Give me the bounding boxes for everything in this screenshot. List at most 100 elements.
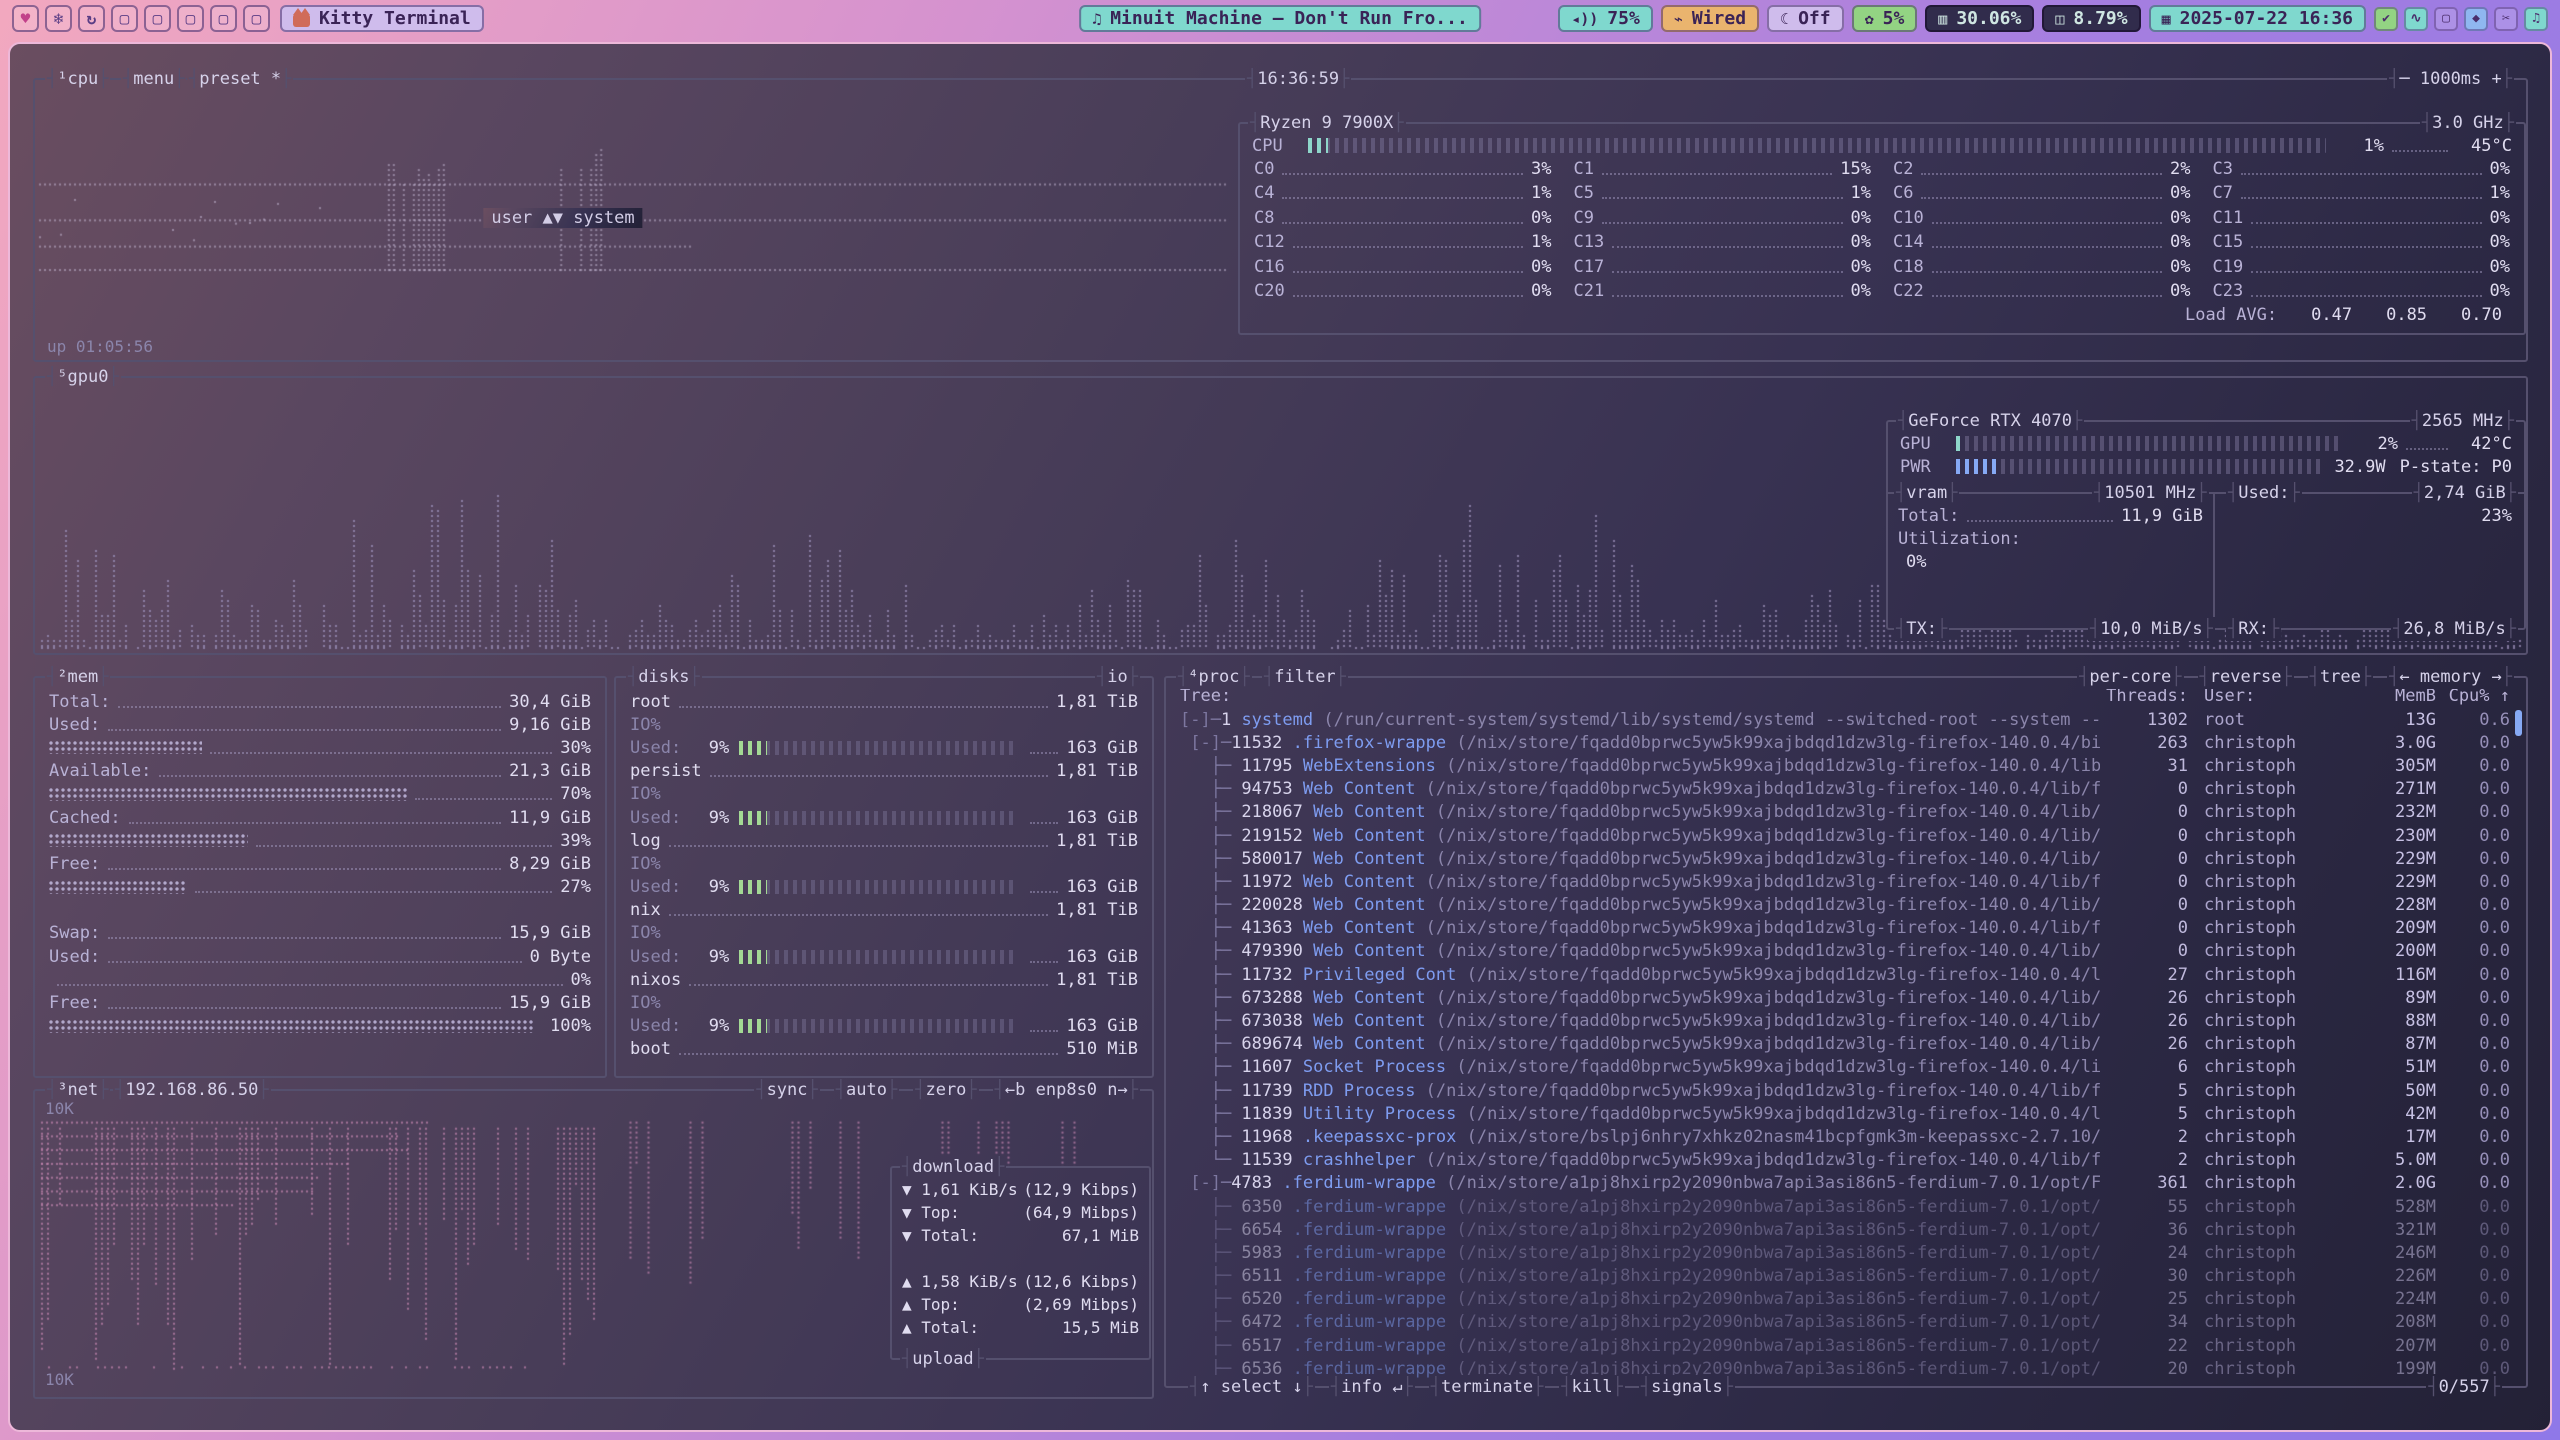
process-row[interactable]: └─ 11539 crashhelper (/nix/store/fqadd0b…: [1166, 1149, 2526, 1172]
per-core-toggle[interactable]: per-core: [2077, 665, 2183, 689]
workspace-button[interactable]: ♥: [12, 5, 39, 32]
process-row[interactable]: ├─ 479390 Web Content (/nix/store/fqadd0…: [1166, 940, 2526, 963]
process-row[interactable]: ├─ 6520 .ferdium-wrappe (/nix/store/a1pj…: [1166, 1288, 2526, 1311]
clock-chip[interactable]: ▦ 2025-07-22 16:36: [2149, 5, 2366, 32]
process-row[interactable]: ├─ 5983 .ferdium-wrappe (/nix/store/a1pj…: [1166, 1241, 2526, 1264]
reverse-toggle[interactable]: reverse: [2198, 665, 2294, 689]
workspace-button[interactable]: ▢: [177, 5, 204, 32]
tray-icon[interactable]: ▢: [2434, 7, 2458, 31]
process-panel-title[interactable]: ⁴proc: [1176, 665, 1252, 689]
memory-row: 100%: [35, 1015, 605, 1038]
tree-toggle[interactable]: tree: [2308, 665, 2373, 689]
sync-toggle[interactable]: sync: [754, 1078, 819, 1102]
process-row[interactable]: ├─ 6511 .ferdium-wrappe (/nix/store/a1pj…: [1166, 1265, 2526, 1288]
scrollbar-thumb[interactable]: [2515, 710, 2522, 736]
leader: [1282, 173, 1523, 175]
workspace-switcher: ♥❄↻▢▢▢▢▢: [12, 5, 270, 32]
used-percent: 9%: [689, 738, 729, 758]
process-row[interactable]: ├─ 11607 Socket Process (/nix/store/fqad…: [1166, 1056, 2526, 1079]
tray-icon[interactable]: ✔: [2374, 7, 2398, 31]
network-panel-title[interactable]: ³net: [45, 1078, 110, 1102]
tray-icon[interactable]: ♫: [2524, 7, 2548, 31]
process-row[interactable]: ├─ 6654 .ferdium-wrappe (/nix/store/a1pj…: [1166, 1218, 2526, 1241]
memory-stats-list: Total:30,4 GiBUsed:9,16 GiB30%Available:…: [35, 678, 605, 1038]
signals-control[interactable]: signals: [1639, 1375, 1735, 1399]
process-row[interactable]: ├─ 6472 .ferdium-wrappe (/nix/store/a1pj…: [1166, 1311, 2526, 1334]
process-row[interactable]: ├─ 6350 .ferdium-wrappe (/nix/store/a1pj…: [1166, 1195, 2526, 1218]
process-name: .ferdium-wrappe: [1282, 1312, 1446, 1332]
process-row[interactable]: ├─ 218067 Web Content (/nix/store/fqadd0…: [1166, 801, 2526, 824]
leader: [1921, 173, 2162, 175]
memory-chip[interactable]: ▥ 30.06%: [1925, 5, 2034, 32]
disk-chip[interactable]: ◫ 8.79%: [2042, 5, 2140, 32]
network-chip[interactable]: ⌁ Wired: [1661, 5, 1759, 32]
auto-toggle[interactable]: auto: [834, 1078, 899, 1102]
process-row[interactable]: [-]─4783 .ferdium-wrappe (/nix/store/a1p…: [1166, 1172, 2526, 1195]
workspace-button[interactable]: ▢: [111, 5, 138, 32]
terminate-control[interactable]: terminate: [1429, 1375, 1546, 1399]
preset-button[interactable]: preset *: [187, 67, 293, 91]
process-row[interactable]: ├─ 41363 Web Content (/nix/store/fqadd0b…: [1166, 917, 2526, 940]
menu-button[interactable]: menu: [121, 67, 186, 91]
filter-button[interactable]: filter: [1262, 665, 1348, 689]
process-row[interactable]: ├─ 580017 Web Content (/nix/store/fqadd0…: [1166, 847, 2526, 870]
info-control[interactable]: info ↵: [1329, 1375, 1415, 1399]
active-window-chip[interactable]: Kitty Terminal: [280, 5, 484, 32]
sort-column-selector[interactable]: ← memory →: [2387, 665, 2514, 689]
cpu-chip[interactable]: ✿ 5%: [1852, 5, 1918, 32]
core-value: 0%: [2490, 281, 2510, 301]
process-row[interactable]: ├─ 11732 Privileged Cont (/nix/store/fqa…: [1166, 963, 2526, 986]
col-cpu[interactable]: Cpu% ↑: [2436, 686, 2510, 706]
volume-chip[interactable]: ◂)) 75%: [1558, 5, 1653, 32]
process-row[interactable]: ├─ 11968 .keepassxc-prox (/nix/store/bsl…: [1166, 1125, 2526, 1148]
process-row[interactable]: ├─ 219152 Web Content (/nix/store/fqadd0…: [1166, 824, 2526, 847]
gpu-panel-title[interactable]: ⁵gpu0: [45, 365, 121, 389]
network-controls: sync auto zero ←b enp8s0 n→: [754, 1078, 1140, 1102]
music-player-chip[interactable]: ♫ Minuit Machine – Don't Run Fro...: [1079, 5, 1481, 32]
process-row[interactable]: ├─ 689674 Web Content (/nix/store/fqadd0…: [1166, 1033, 2526, 1056]
col-user[interactable]: User:: [2188, 686, 2344, 706]
process-row[interactable]: ├─ 673038 Web Content (/nix/store/fqadd0…: [1166, 1009, 2526, 1032]
workspace-button[interactable]: ↻: [78, 5, 105, 32]
workspace-button[interactable]: ▢: [144, 5, 171, 32]
interface-selector[interactable]: ←b enp8s0 n→: [993, 1078, 1140, 1102]
workspace-button[interactable]: ▢: [243, 5, 270, 32]
process-row[interactable]: [-]─1 systemd (/run/current-system/syste…: [1166, 708, 2526, 731]
io-toggle[interactable]: io: [1095, 665, 1140, 689]
process-row[interactable]: ├─ 11795 WebExtensions (/nix/store/fqadd…: [1166, 754, 2526, 777]
cpu-panel-title[interactable]: ¹cpu: [45, 67, 110, 91]
update-interval-control[interactable]: ─ 1000ms +: [2387, 67, 2514, 91]
tray-icon[interactable]: ∿: [2404, 7, 2428, 31]
dnd-chip[interactable]: ☾ Off: [1767, 5, 1844, 32]
moon-icon: ☾: [1780, 10, 1789, 28]
process-row[interactable]: ├─ 673288 Web Content (/nix/store/fqadd0…: [1166, 986, 2526, 1009]
process-row[interactable]: ├─ 11839 Utility Process (/nix/store/fqa…: [1166, 1102, 2526, 1125]
zero-toggle[interactable]: zero: [913, 1078, 978, 1102]
memory-panel-title[interactable]: ²mem: [45, 665, 110, 689]
process-pid: 6472: [1241, 1312, 1282, 1332]
workspace-button[interactable]: ▢: [210, 5, 237, 32]
process-command: ├─ 5983 .ferdium-wrappe (/nix/store/a1pj…: [1180, 1243, 2100, 1263]
process-row[interactable]: ├─ 11739 RDD Process (/nix/store/fqadd0b…: [1166, 1079, 2526, 1102]
io-label: IO%: [630, 715, 661, 735]
col-mem[interactable]: MemB: [2344, 686, 2436, 706]
process-row[interactable]: ├─ 11972 Web Content (/nix/store/fqadd0b…: [1166, 870, 2526, 893]
process-row[interactable]: ├─ 94753 Web Content (/nix/store/fqadd0b…: [1166, 778, 2526, 801]
col-tree[interactable]: Tree:: [1180, 686, 2100, 706]
workspace-button[interactable]: ❄: [45, 5, 72, 32]
process-name: Web Content: [1293, 872, 1416, 892]
dnd-value: Off: [1798, 8, 1831, 29]
col-threads[interactable]: Threads:: [2100, 686, 2188, 706]
process-row[interactable]: ├─ 220028 Web Content (/nix/store/fqadd0…: [1166, 894, 2526, 917]
select-control[interactable]: ↑ select ↓: [1188, 1375, 1315, 1399]
disks-panel-title[interactable]: disks: [626, 665, 702, 689]
kill-control[interactable]: kill: [1559, 1375, 1624, 1399]
process-row[interactable]: ├─ 6517 .ferdium-wrappe (/nix/store/a1pj…: [1166, 1334, 2526, 1357]
tray-icon[interactable]: ✂: [2494, 7, 2518, 31]
process-row[interactable]: [-]─11532 .firefox-wrappe (/nix/store/fq…: [1166, 731, 2526, 754]
tray-icon[interactable]: ◆: [2464, 7, 2488, 31]
core-label: C1: [1574, 159, 1594, 179]
used-percent: 9%: [689, 808, 729, 828]
process-pid: 6517: [1241, 1336, 1282, 1356]
core-value: 1%: [1851, 183, 1871, 203]
